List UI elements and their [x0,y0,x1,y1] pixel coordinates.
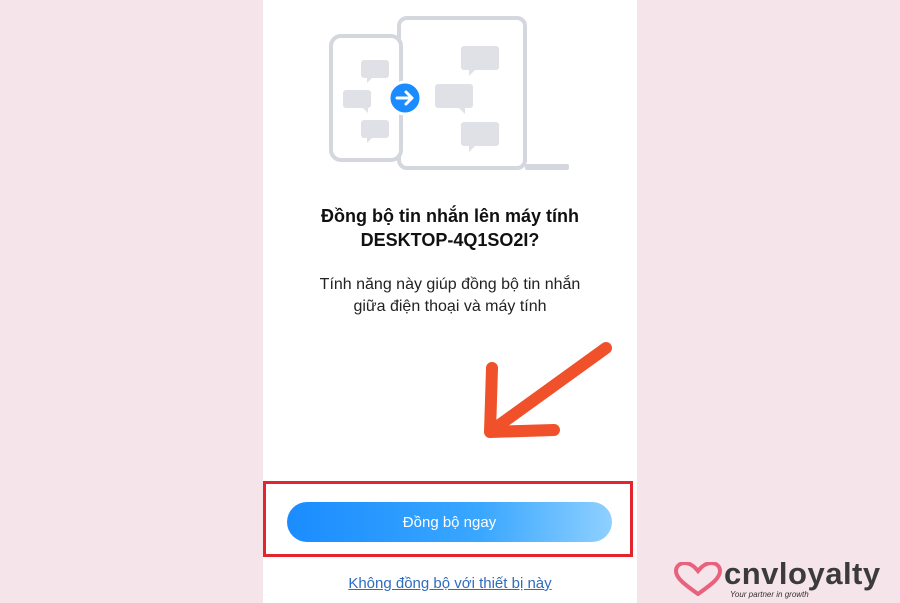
annotation-highlight-box [263,481,633,557]
dialog-title-line2: DESKTOP-4Q1SO2I? [360,230,540,250]
cnvloyalty-logo: cnvloyalty Your partner in growth [674,556,896,600]
skip-sync-link[interactable]: Không đồng bộ với thiết bị này [263,575,637,592]
phone-to-laptop-sync-illustration [329,16,569,170]
heart-logo-icon [674,562,722,596]
logo-text: cnvloyalty [724,556,881,591]
logo-tagline: Your partner in growth [730,590,809,599]
dialog-description-line1: Tính năng này giúp đồng bộ tin nhắn [319,276,581,293]
dialog-description: Tính năng này giúp đồng bộ tin nhắn giữa… [263,274,637,318]
dialog-description-line2: giữa điện thoại và máy tính [353,298,547,315]
annotation-arrow [484,342,612,438]
arrow-right-icon [387,80,423,116]
dialog-title: Đồng bộ tin nhắn lên máy tính DESKTOP-4Q… [263,204,637,252]
dialog-title-line1: Đồng bộ tin nhắn lên máy tính [321,206,579,226]
